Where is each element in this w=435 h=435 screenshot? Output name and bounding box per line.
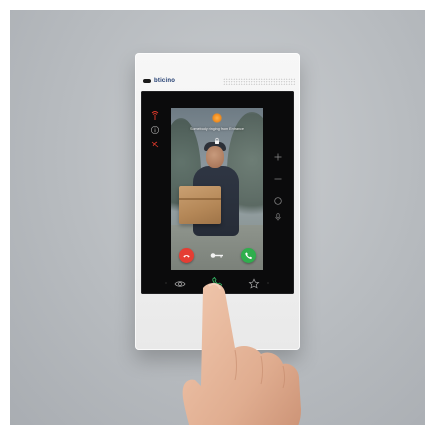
minus-icon[interactable] — [272, 173, 284, 185]
call-status-text: Somebody ringing from Entrance — [190, 127, 244, 131]
circle-icon[interactable] — [272, 195, 284, 207]
photo: bticino Somebody ringing from Entrance — [10, 10, 425, 425]
phone-off-icon[interactable] — [150, 139, 160, 149]
hang-up-icon — [183, 255, 190, 258]
hand — [182, 282, 301, 425]
brand-name: bticino — [154, 78, 176, 84]
speaker-grille — [223, 78, 295, 86]
plus-icon[interactable] — [272, 151, 284, 163]
brand-logo: bticino — [143, 78, 175, 84]
glass-panel: Somebody ringing from Entrance — [141, 91, 294, 294]
courier-head — [206, 146, 224, 168]
handset-icon — [245, 252, 253, 260]
antenna-icon[interactable] — [150, 111, 160, 121]
brand-mark — [143, 79, 151, 83]
door-key-icon[interactable] — [209, 251, 225, 260]
accept-call-button[interactable] — [241, 248, 256, 263]
video-screen[interactable]: Somebody ringing from Entrance — [171, 108, 263, 270]
ringing-indicator-icon — [212, 113, 222, 123]
reject-call-button[interactable] — [179, 248, 194, 263]
package-box — [179, 186, 221, 224]
info-icon[interactable] — [150, 125, 160, 135]
lock-icon[interactable] — [213, 137, 221, 145]
mic-icon[interactable] — [272, 211, 284, 223]
